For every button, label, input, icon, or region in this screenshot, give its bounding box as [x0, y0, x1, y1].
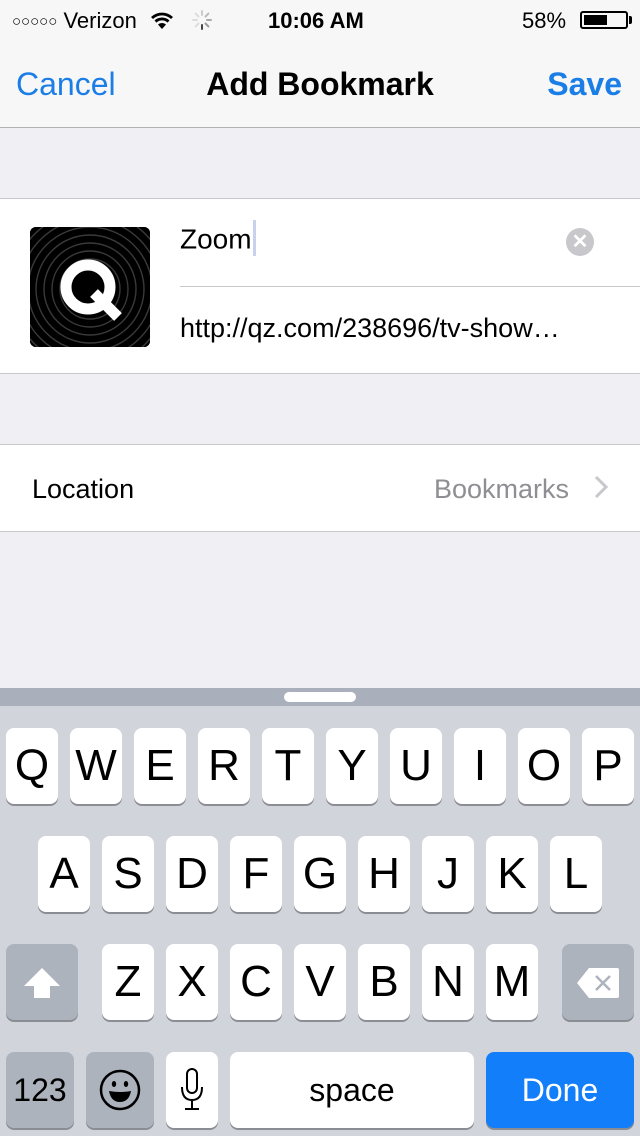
clock: 10:06 AM [268, 8, 364, 33]
key-y[interactable]: Y [326, 728, 378, 804]
battery-icon [580, 11, 628, 29]
bookmark-details-card: Zoom ✕ http://qz.com/238696/tv-show… [0, 198, 640, 374]
clear-text-button[interactable]: ✕ [566, 228, 594, 256]
bookmark-url-field[interactable]: http://qz.com/238696/tv-show… [180, 313, 560, 344]
status-bar: ○○○○○ Verizon 10:06 AM 58% [0, 0, 640, 40]
key-b[interactable]: B [358, 944, 410, 1020]
emoji-icon [99, 1069, 141, 1111]
battery-percent: 58% [522, 8, 567, 33]
key-n[interactable]: N [422, 944, 474, 1020]
location-value: Bookmarks [433, 474, 569, 504]
microphone-icon [181, 1068, 203, 1110]
location-row[interactable]: Location Bookmarks [0, 444, 640, 532]
title-text: Zoom [180, 223, 252, 255]
chevron-right-icon [594, 475, 609, 499]
key-h[interactable]: H [358, 836, 410, 912]
key-u[interactable]: U [390, 728, 442, 804]
keyboard-drag-handle[interactable] [284, 692, 356, 702]
done-key[interactable]: Done [486, 1052, 634, 1128]
key-d[interactable]: D [166, 836, 218, 912]
key-z[interactable]: Z [102, 944, 154, 1020]
dictation-key[interactable] [166, 1052, 218, 1128]
cancel-button[interactable]: Cancel [16, 66, 116, 103]
signal-strength-icon: ○○○○○ [12, 13, 58, 30]
carrier-name: Verizon [63, 8, 137, 33]
numbers-key[interactable]: 123 [6, 1052, 74, 1128]
save-button[interactable]: Save [547, 66, 622, 103]
key-a[interactable]: A [38, 836, 90, 912]
battery-tip [629, 16, 632, 24]
space-key[interactable]: space [230, 1052, 474, 1128]
location-label: Location [32, 474, 135, 504]
key-s[interactable]: S [102, 836, 154, 912]
spinner-icon [192, 10, 213, 30]
keyboard: QWERTYUIOP ASDFGHJKL ZXCVBNM 123 space D… [0, 706, 640, 1136]
key-p[interactable]: P [582, 728, 634, 804]
key-j[interactable]: J [422, 836, 474, 912]
key-x[interactable]: X [166, 944, 218, 1020]
key-c[interactable]: C [230, 944, 282, 1020]
bookmark-title-input[interactable]: Zoom [180, 220, 256, 259]
shift-arrow-icon [24, 968, 60, 998]
emoji-key[interactable] [86, 1052, 154, 1128]
divider [180, 286, 640, 287]
shift-key[interactable] [6, 944, 78, 1020]
key-i[interactable]: I [454, 728, 506, 804]
key-g[interactable]: G [294, 836, 346, 912]
key-m[interactable]: M [486, 944, 538, 1020]
key-w[interactable]: W [70, 728, 122, 804]
key-o[interactable]: O [518, 728, 570, 804]
text-cursor [252, 220, 256, 256]
site-favicon [30, 227, 150, 347]
key-r[interactable]: R [198, 728, 250, 804]
key-k[interactable]: K [486, 836, 538, 912]
key-q[interactable]: Q [6, 728, 58, 804]
qz-logo-icon [30, 227, 150, 347]
carrier-info: ○○○○○ Verizon [12, 8, 213, 34]
backspace-icon [577, 968, 619, 998]
key-l[interactable]: L [550, 836, 602, 912]
close-icon: ✕ [571, 231, 589, 253]
navigation-bar: Add Bookmark Cancel Save [0, 40, 640, 128]
key-t[interactable]: T [262, 728, 314, 804]
delete-key[interactable] [562, 944, 634, 1020]
key-v[interactable]: V [294, 944, 346, 1020]
wifi-icon [150, 12, 173, 29]
key-e[interactable]: E [134, 728, 186, 804]
key-f[interactable]: F [230, 836, 282, 912]
